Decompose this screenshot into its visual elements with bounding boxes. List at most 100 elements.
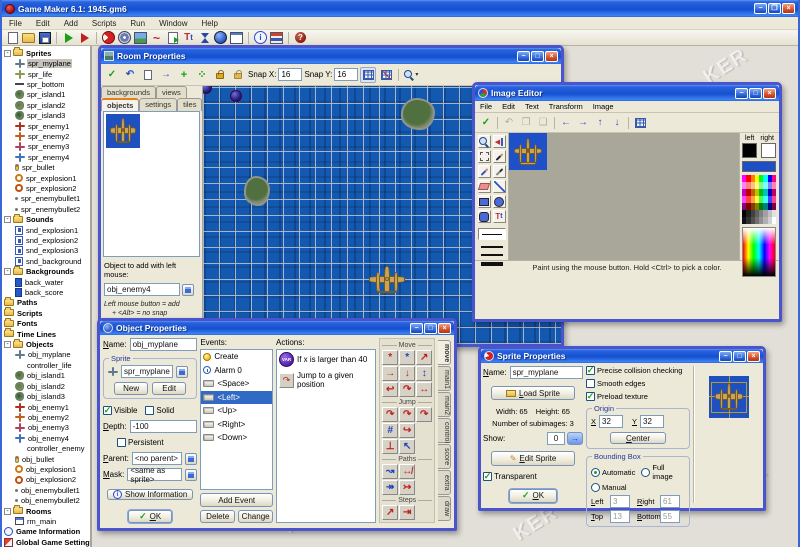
tree-item-game-information[interactable]: Game Information [2, 527, 90, 537]
add-object-input[interactable] [104, 283, 180, 296]
global-settings-button[interactable] [270, 32, 283, 44]
tree-item-obj-enemy4[interactable]: obj_enemy4 [2, 433, 90, 443]
maximize-button[interactable]: □ [733, 351, 746, 362]
tab-backgrounds[interactable]: backgrounds [101, 86, 156, 98]
line-width-option[interactable] [481, 254, 503, 257]
jump-action-7[interactable]: ↖ [399, 439, 415, 454]
tree-item-rooms[interactable]: -Rooms [2, 506, 90, 516]
event-item[interactable]: Alarm 0 [201, 364, 272, 378]
transparent-checkbox[interactable]: ✓ [483, 472, 492, 481]
shift-up-icon[interactable]: ↑ [592, 115, 608, 131]
persistent-checkbox[interactable] [117, 438, 126, 447]
manual-radio[interactable] [591, 483, 600, 492]
tab-views[interactable]: views [156, 86, 187, 98]
move-action-0[interactable]: * [382, 350, 398, 365]
add-object-button[interactable] [214, 32, 227, 44]
bbox-right-input[interactable] [660, 495, 680, 508]
subimage-cell[interactable] [509, 133, 547, 170]
unlock-icon[interactable] [230, 67, 246, 83]
tree-item-spr-enemy2[interactable]: spr_enemy2 [2, 131, 90, 141]
tree-item-spr-explosion1[interactable]: spr_explosion1 [2, 173, 90, 183]
room-ok-icon[interactable]: ✓ [104, 67, 120, 83]
menu-window[interactable]: Window [152, 17, 194, 29]
move-action-7[interactable]: ↷ [399, 382, 415, 397]
palette-color[interactable] [772, 210, 776, 217]
choose-mask-button[interactable] [185, 469, 197, 481]
rectangle-tool[interactable] [478, 195, 491, 208]
shift-right-icon[interactable]: → [575, 115, 591, 131]
precise-collision-checkbox[interactable]: ✓ [586, 366, 595, 375]
tab-main1[interactable]: main1 [438, 366, 451, 391]
tree-item-spr-life[interactable]: spr_life [2, 69, 90, 79]
menu-text[interactable]: Text [520, 101, 544, 112]
palette-color[interactable] [772, 196, 776, 203]
paths-action-0[interactable]: ↝ [382, 464, 398, 479]
action-item[interactable]: ↷Jump to a given position [277, 369, 375, 391]
add-script-button[interactable] [166, 32, 179, 44]
tree-item-obj-island1[interactable]: obj_island1 [2, 371, 90, 381]
new-file-button[interactable] [6, 32, 19, 44]
sort-vertical-icon[interactable]: ⁘ [194, 67, 210, 83]
copy-icon[interactable]: ❐ [518, 115, 534, 131]
maximize-button[interactable]: □ [531, 51, 544, 62]
close-button[interactable]: × [763, 88, 776, 99]
tree-item-fonts[interactable]: Fonts [2, 319, 90, 329]
add-event-button[interactable]: Add Event [200, 493, 273, 507]
grid-toggle[interactable] [632, 115, 648, 131]
event-item[interactable]: Create [201, 350, 272, 364]
save-file-button[interactable] [38, 32, 51, 44]
event-item[interactable]: <Up> [201, 404, 272, 418]
snap-y-input[interactable] [334, 68, 358, 81]
tree-item-sounds[interactable]: -Sounds [2, 215, 90, 225]
edit-sprite-button[interactable]: ✎ Edit Sprite [491, 451, 575, 465]
undo-icon[interactable]: ↶ [501, 115, 517, 131]
move-action-8[interactable]: ↔ [416, 382, 432, 397]
add-background-button[interactable] [134, 32, 147, 44]
event-item[interactable]: <Left> [201, 391, 272, 405]
shift-left-icon[interactable]: ← [558, 115, 574, 131]
run-game-button[interactable] [62, 32, 75, 44]
tree-item-scripts[interactable]: Scripts [2, 308, 90, 318]
spray-tool[interactable] [478, 165, 491, 178]
close-button[interactable]: × [782, 3, 795, 14]
add-font-button[interactable] [182, 32, 195, 44]
tree-item-rm-main[interactable]: rm_main [2, 516, 90, 526]
smooth-edges-checkbox[interactable] [586, 379, 595, 388]
tree-item-paths[interactable]: Paths [2, 298, 90, 308]
tree-item-back-score[interactable]: back_score [2, 287, 90, 297]
move-action-4[interactable]: ↓ [399, 366, 415, 381]
undo-icon[interactable]: ↶ [122, 67, 138, 83]
palette-color[interactable] [772, 217, 776, 224]
palette-color[interactable] [772, 175, 776, 182]
menu-transform[interactable]: Transform [544, 101, 588, 112]
tree-item-controller-life[interactable]: controller_life [2, 360, 90, 370]
ellipse-tool[interactable] [493, 195, 506, 208]
instance-plane[interactable] [369, 266, 405, 294]
tree-item-spr-bullet[interactable]: spr_bullet [2, 162, 90, 172]
sort-horizontal-icon[interactable]: + [176, 67, 192, 83]
choose-sprite-button[interactable] [176, 366, 188, 378]
next-subimage-button[interactable]: → [567, 432, 583, 445]
sprite-name-field[interactable]: spr_myplane [121, 365, 173, 378]
menu-run[interactable]: Run [123, 17, 152, 29]
menu-edit[interactable]: Edit [29, 17, 57, 29]
paths-action-1[interactable]: ↮ [399, 464, 415, 479]
tab-move[interactable]: move [438, 340, 451, 365]
move-action-5[interactable]: ↕ [416, 366, 432, 381]
line-width-option[interactable] [481, 246, 503, 248]
snap-x-input[interactable] [278, 68, 302, 81]
minimize-button[interactable]: − [517, 51, 530, 62]
palette-color[interactable] [772, 203, 776, 210]
add-room-button[interactable] [230, 32, 243, 44]
expand-box[interactable]: - [4, 268, 11, 275]
tree-item-back-water[interactable]: back_water [2, 277, 90, 287]
eraser-tool[interactable] [478, 180, 491, 193]
right-color-swatch[interactable] [761, 143, 776, 158]
jump-action-3[interactable]: # [382, 423, 398, 438]
jump-action-6[interactable]: ⊥ [382, 439, 398, 454]
center-button[interactable]: Center [610, 432, 666, 444]
jump-action-1[interactable]: ↷ [399, 407, 415, 422]
show-information-button[interactable]: i Show Information [107, 489, 193, 500]
object-name-input[interactable] [130, 338, 198, 351]
restore-button[interactable]: ❐ [768, 3, 781, 14]
